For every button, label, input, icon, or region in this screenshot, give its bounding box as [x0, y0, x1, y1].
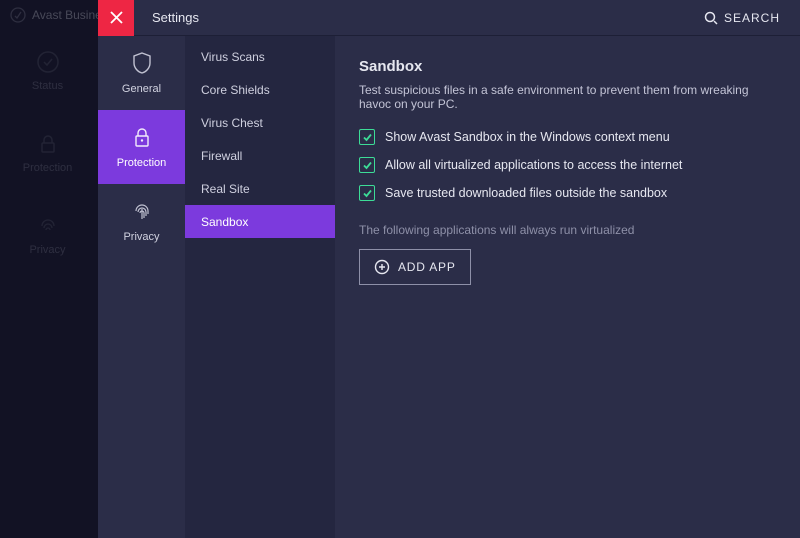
- virtualized-note: The following applications will always r…: [359, 223, 776, 237]
- option-label: Show Avast Sandbox in the Windows contex…: [385, 130, 670, 144]
- checkbox[interactable]: [359, 185, 375, 201]
- shield-icon: [131, 51, 153, 75]
- category-protection[interactable]: Protection: [98, 110, 185, 184]
- check-icon: [362, 188, 373, 199]
- option-row-0[interactable]: Show Avast Sandbox in the Windows contex…: [359, 129, 776, 145]
- close-button[interactable]: [98, 0, 134, 36]
- search-button[interactable]: SEARCH: [704, 11, 780, 25]
- add-app-button[interactable]: ADD APP: [359, 249, 471, 285]
- content-panel: Sandbox Test suspicious files in a safe …: [335, 36, 800, 538]
- lock-icon: [131, 125, 153, 149]
- fingerprint-icon: [131, 199, 153, 223]
- nav-protection[interactable]: Protection: [23, 132, 73, 174]
- main-sidebar: Status Protection Privacy: [0, 30, 95, 538]
- subnav-item-virus-scans[interactable]: Virus Scans: [185, 40, 335, 73]
- nav-status-label: Status: [32, 80, 63, 92]
- category-privacy-label: Privacy: [123, 231, 159, 243]
- subnav-column: Virus ScansCore ShieldsVirus ChestFirewa…: [185, 36, 335, 538]
- settings-title: Settings: [152, 10, 199, 25]
- option-row-2[interactable]: Save trusted downloaded files outside th…: [359, 185, 776, 201]
- nav-privacy-label: Privacy: [29, 244, 65, 256]
- nav-privacy[interactable]: Privacy: [29, 214, 65, 256]
- settings-header: Settings SEARCH: [98, 0, 800, 36]
- search-icon: [704, 11, 718, 25]
- subnav-item-real-site[interactable]: Real Site: [185, 172, 335, 205]
- category-privacy[interactable]: Privacy: [98, 184, 185, 258]
- lock-icon: [36, 132, 60, 156]
- check-icon: [362, 132, 373, 143]
- nav-protection-label: Protection: [23, 162, 73, 174]
- option-row-1[interactable]: Allow all virtualized applications to ac…: [359, 157, 776, 173]
- checkbox[interactable]: [359, 157, 375, 173]
- check-circle-icon: [36, 50, 60, 74]
- category-general-label: General: [122, 83, 161, 95]
- add-app-label: ADD APP: [398, 260, 456, 274]
- content-description: Test suspicious files in a safe environm…: [359, 83, 776, 111]
- subnav-item-core-shields[interactable]: Core Shields: [185, 73, 335, 106]
- category-protection-label: Protection: [117, 157, 167, 169]
- subnav-item-firewall[interactable]: Firewall: [185, 139, 335, 172]
- plus-circle-icon: [374, 259, 390, 275]
- content-heading: Sandbox: [359, 58, 776, 75]
- check-icon: [362, 160, 373, 171]
- option-label: Allow all virtualized applications to ac…: [385, 158, 682, 172]
- search-label: SEARCH: [724, 11, 780, 25]
- checkbox[interactable]: [359, 129, 375, 145]
- category-column: General Protection Privacy: [98, 36, 185, 538]
- subnav-item-sandbox[interactable]: Sandbox: [185, 205, 335, 238]
- close-icon: [110, 11, 123, 24]
- subnav-item-virus-chest[interactable]: Virus Chest: [185, 106, 335, 139]
- nav-status[interactable]: Status: [32, 50, 63, 92]
- avast-logo-icon: [10, 7, 26, 23]
- option-label: Save trusted downloaded files outside th…: [385, 186, 667, 200]
- category-general[interactable]: General: [98, 36, 185, 110]
- settings-modal: Settings SEARCH General Protection Priva…: [98, 0, 800, 538]
- fingerprint-icon: [36, 214, 60, 238]
